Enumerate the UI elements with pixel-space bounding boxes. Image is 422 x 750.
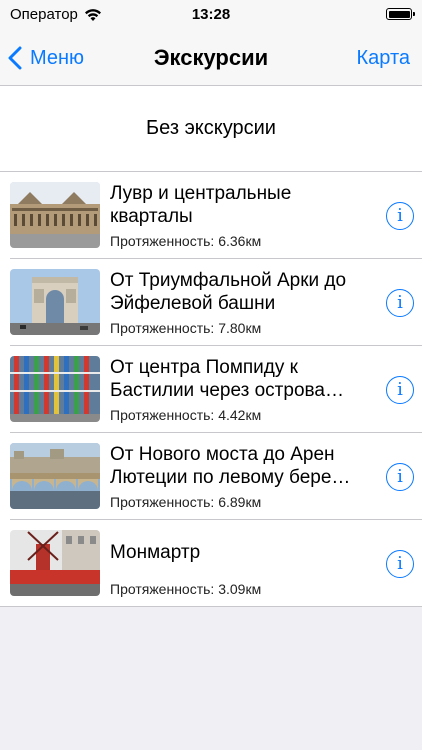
battery-icon [386,8,415,20]
louvre-photo [10,182,100,248]
tour-length: Протяженность: 6.89км [110,494,262,510]
info-icon[interactable]: i [386,202,414,230]
tour-title: От Триумфальной Арки до Эйфелевой башни [110,270,347,314]
tour-length: Протяженность: 4.42км [110,407,262,423]
status-time: 13:28 [191,6,231,23]
tour-row-montmartre[interactable]: Монмартр Протяженность: 3.09км i [0,520,422,607]
info-icon[interactable]: i [386,550,414,578]
arc-de-triomphe-photo [10,269,100,335]
tour-row-pompidou[interactable]: От центра Помпиду к Бастилии через остро… [0,346,422,433]
map-button[interactable]: Карта [356,30,410,86]
tour-row-arc-de-triomphe[interactable]: От Триумфальной Арки до Эйфелевой башни … [0,259,422,346]
tour-row-pont-neuf[interactable]: От Нового моста до Арен Лютеции по левом… [0,433,422,520]
tour-title: Монмартр [110,542,201,563]
moulin-rouge-photo [10,530,100,596]
pompidou-photo [10,356,100,422]
row-separator [0,606,422,607]
tour-length: Протяженность: 6.36км [110,233,262,249]
tour-length: Протяженность: 7.80км [110,320,262,336]
pont-neuf-photo [10,443,100,509]
status-bar: Оператор 13:28 [0,0,422,30]
tour-title: Лувр и центральные кварталы [110,183,292,227]
tour-title: От Нового моста до Арен Лютеции по левом… [110,444,351,488]
no-tour-label: Без экскурсии [146,117,276,139]
tour-list: Лувр и центральные кварталы Протяженност… [0,172,422,607]
tour-length: Протяженность: 3.09км [110,581,262,597]
no-tour-row[interactable]: Без экскурсии [0,86,422,172]
navigation-bar: Меню Экскурсии Карта [0,30,422,86]
info-icon[interactable]: i [386,463,414,491]
info-icon[interactable]: i [386,376,414,404]
info-icon[interactable]: i [386,289,414,317]
tour-row-louvre[interactable]: Лувр и центральные кварталы Протяженност… [0,172,422,259]
tour-title: От центра Помпиду к Бастилии через остро… [110,357,344,401]
